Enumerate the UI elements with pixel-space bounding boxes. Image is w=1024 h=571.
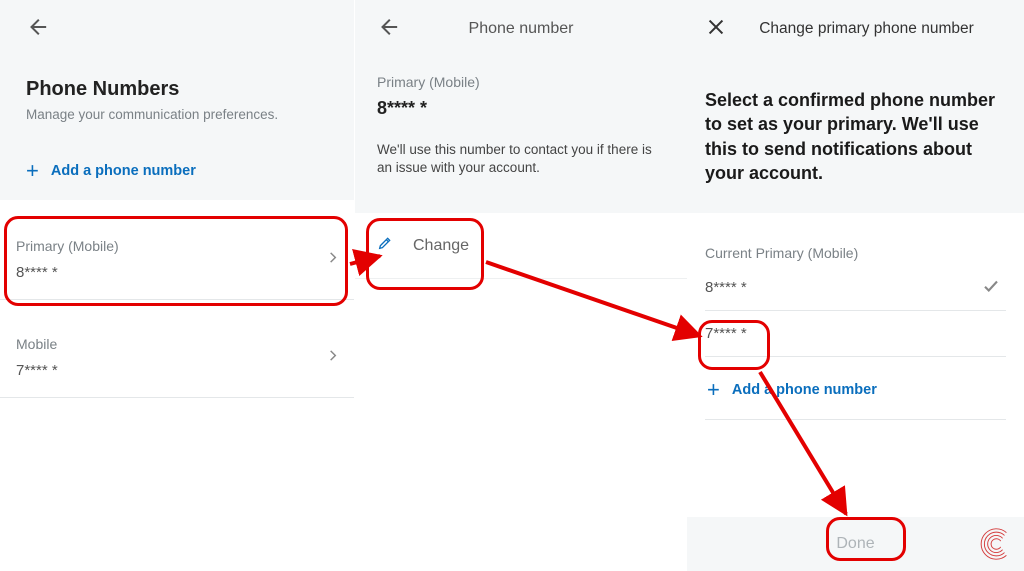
phone-item-value: 7**** * <box>16 362 344 379</box>
phone-numbers-screen: Phone Numbers Manage your communication … <box>0 0 354 571</box>
change-label: Change <box>413 237 469 255</box>
check-icon <box>982 277 1000 299</box>
current-primary-label: Current Primary (Mobile) <box>705 245 1006 261</box>
chevron-right-icon <box>326 348 340 367</box>
phone-item-primary[interactable]: Primary (Mobile) 8**** * <box>0 220 354 300</box>
done-label: Done <box>836 535 874 553</box>
pencil-icon <box>377 235 393 256</box>
screen-title: Phone number <box>399 20 643 38</box>
phone-option-value: 7**** * <box>705 325 747 342</box>
phone-item-label: Mobile <box>16 336 344 352</box>
back-arrow-icon[interactable] <box>26 16 48 43</box>
page-subtitle: Manage your communication preferences. <box>26 107 328 122</box>
add-phone-label: Add a phone number <box>732 382 877 398</box>
back-arrow-icon[interactable] <box>377 16 399 43</box>
done-button[interactable]: Done <box>687 517 1024 571</box>
primary-value: 8**** * <box>377 98 665 119</box>
chevron-right-icon <box>326 250 340 269</box>
primary-label: Primary (Mobile) <box>377 74 665 90</box>
phone-option-value: 8**** * <box>705 279 747 296</box>
add-phone-button[interactable]: + Add a phone number <box>26 160 328 182</box>
plus-icon: + <box>26 160 39 182</box>
page-title: Phone Numbers <box>26 78 328 101</box>
phone-item-label: Primary (Mobile) <box>16 238 344 254</box>
brand-logo-icon <box>976 525 1014 563</box>
add-phone-label: Add a phone number <box>51 163 196 179</box>
phone-detail-screen: Phone number Primary (Mobile) 8**** * We… <box>354 0 687 571</box>
screen-title: Change primary phone number <box>727 20 1006 38</box>
phone-item-mobile[interactable]: Mobile 7**** * <box>0 318 354 398</box>
headline-text: Select a confirmed phone number to set a… <box>705 88 1006 185</box>
primary-note: We'll use this number to contact you if … <box>377 141 665 177</box>
phone-item-value: 8**** * <box>16 264 344 281</box>
plus-icon: + <box>707 379 720 401</box>
change-button[interactable]: Change <box>355 213 687 279</box>
close-icon[interactable] <box>705 16 727 43</box>
phone-option-alt[interactable]: 7**** * <box>705 311 1006 357</box>
change-primary-screen: Change primary phone number Select a con… <box>687 0 1024 571</box>
phone-option-current[interactable]: 8**** * <box>705 265 1006 311</box>
add-phone-button[interactable]: + Add a phone number <box>705 379 1006 401</box>
